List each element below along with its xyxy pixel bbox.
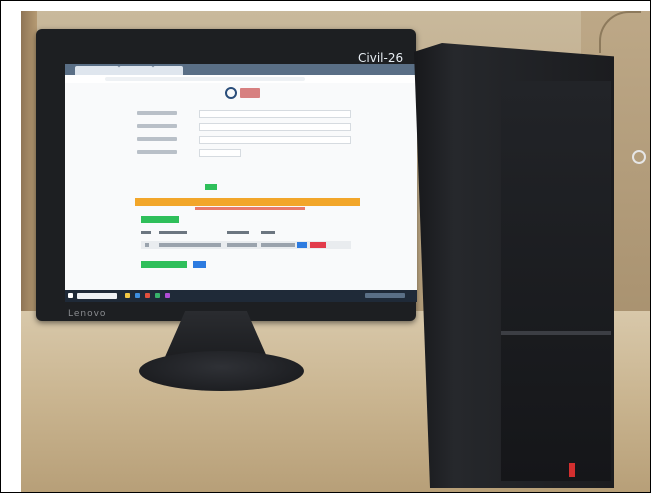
- table-header-cell: [159, 231, 187, 234]
- table-cell: [227, 243, 257, 247]
- table-header: [141, 231, 331, 235]
- save-button: [205, 184, 217, 190]
- logo-mark: [225, 87, 237, 99]
- form-field: [199, 136, 351, 144]
- app-icon: [165, 293, 170, 298]
- form-label: [137, 124, 177, 128]
- folder-icon: [125, 293, 130, 298]
- edit-button: [297, 242, 307, 248]
- monitor: Civil-26 Lenovo: [36, 29, 417, 321]
- delete-button: [310, 242, 326, 248]
- monitor-sticker: Civil-26: [358, 51, 404, 65]
- form-row-mobile: [137, 136, 357, 144]
- app-icon: [145, 293, 150, 298]
- table-cell: [261, 243, 295, 247]
- taskbar-search: [77, 293, 117, 299]
- form-field: [199, 123, 351, 131]
- form-field: [199, 149, 241, 157]
- add-team-information-button: [141, 216, 179, 223]
- photo-frame: Civil-26 Lenovo: [0, 0, 651, 493]
- form-field: [199, 110, 351, 118]
- form-label: [137, 137, 177, 141]
- table-header-cell: [227, 231, 249, 234]
- proceed-button: [141, 261, 187, 268]
- browser-tabbar: [65, 64, 417, 75]
- table-header-cell: [141, 231, 151, 234]
- form-label: [137, 150, 177, 154]
- form-row-branch: [137, 110, 357, 118]
- power-icon: [632, 150, 646, 164]
- web-page: [65, 83, 417, 290]
- monitor-brand: Lenovo: [68, 309, 107, 319]
- tower-front-panel: [501, 81, 611, 481]
- site-logo: [225, 87, 265, 101]
- monitor-screen: [65, 64, 417, 302]
- logo-text: [240, 88, 260, 98]
- browser-icon: [135, 293, 140, 298]
- form-label: [137, 111, 177, 115]
- tower-panel-groove: [501, 331, 611, 335]
- photo: Civil-26 Lenovo: [21, 11, 650, 492]
- table-header-cell: [261, 231, 275, 234]
- next-button: [193, 261, 206, 268]
- team-information-banner: [135, 198, 360, 206]
- table-cell: [159, 243, 221, 247]
- browser-tab: [119, 66, 153, 75]
- url-field: [105, 77, 305, 81]
- tower-brand-badge: [569, 463, 575, 477]
- form-row-gender: [137, 149, 357, 157]
- system-tray: [365, 293, 405, 298]
- app-icon: [155, 293, 160, 298]
- taskbar: [65, 290, 417, 302]
- start-icon: [68, 293, 73, 298]
- form-row-email: [137, 123, 357, 131]
- table-cell: [145, 243, 149, 247]
- browser-tab: [75, 66, 119, 75]
- monitor-stand-base: [139, 351, 304, 391]
- cubicle-partition: [21, 11, 37, 331]
- banner-note: [195, 207, 305, 210]
- browser-tab: [153, 66, 183, 75]
